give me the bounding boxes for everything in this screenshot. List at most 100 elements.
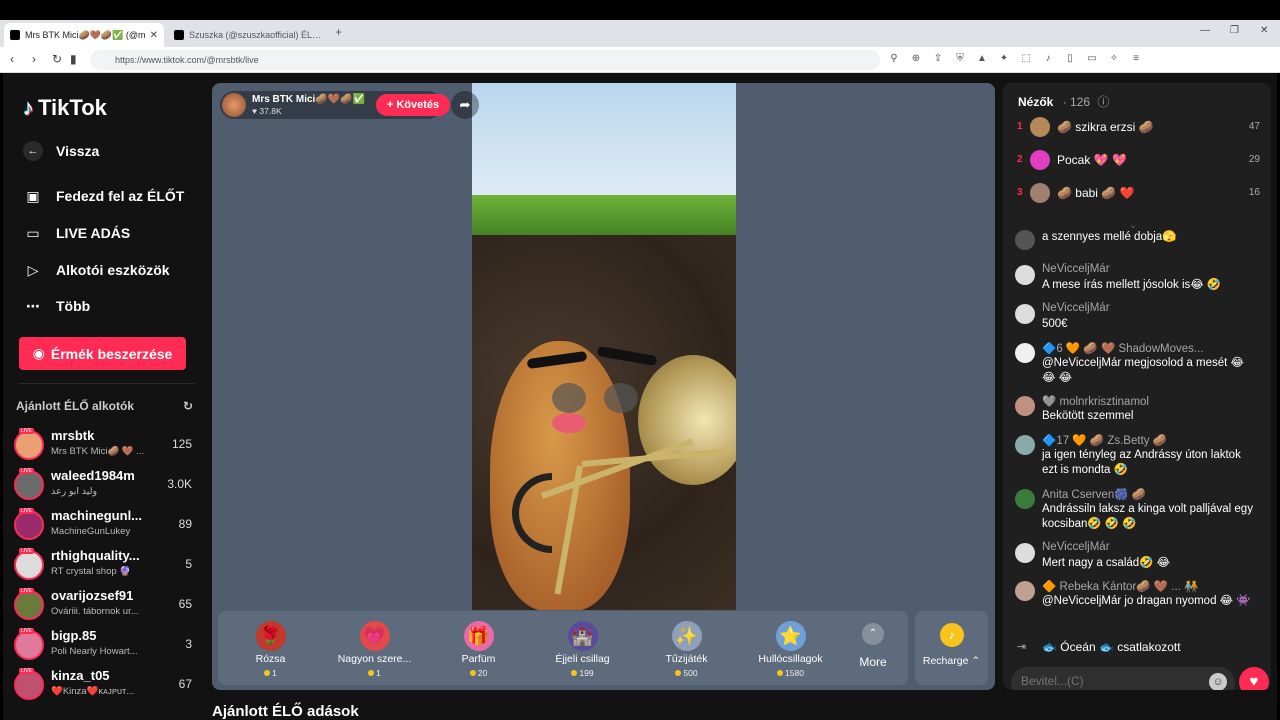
zoom-icon[interactable]: ⊕ [910, 53, 922, 64]
gift-item[interactable]: ✨ Tűzijáték 500 [634, 617, 739, 678]
gift-icon: 🏰 [567, 621, 598, 651]
follow-button[interactable]: + Követés [376, 94, 450, 116]
gift-name: Parfüm [461, 653, 496, 665]
gift-item[interactable]: 💗 Nagyon szere... 1 [322, 617, 427, 678]
recommended-creator[interactable]: LIVE rthighquality... RT crystal shop 🔮 5 [14, 548, 192, 584]
chat-input[interactable] [1021, 674, 1191, 688]
live-badge: LIVE [19, 508, 34, 514]
creator-name: kinza_t05 [51, 668, 110, 683]
message-username[interactable]: NeVicceljMár [1042, 263, 1257, 275]
divider [19, 383, 195, 384]
recommended-creator[interactable]: LIVE mrsbtk Mrs BTK Mici🥔 🤎 ... 125 [14, 428, 192, 464]
share-page-icon[interactable]: ⇪ [932, 53, 944, 64]
creator-name: mrsbtk [51, 428, 95, 443]
user-avatar[interactable] [1015, 265, 1035, 285]
bookmark-icon[interactable]: ▮ [70, 52, 77, 66]
puzzle-icon[interactable]: ⬚ [1020, 53, 1032, 64]
live-badge: LIVE [19, 548, 34, 554]
nav-item-more[interactable]: ⋯ Több [23, 296, 90, 316]
os-top-bar [0, 0, 1280, 20]
maximize-icon[interactable]: ❐ [1230, 25, 1239, 36]
message-username[interactable]: 🔷17 🧡 🥔 Zs.Betty 🥔 [1042, 433, 1257, 447]
message-username[interactable]: 🩶 molnrkrisztinamol [1042, 394, 1257, 408]
top-viewer[interactable]: 1 🥔 szikra erzsi 🥔 47 [1015, 117, 1260, 139]
top-viewer[interactable]: 3 🥔 babi 🥔 ❤️ 16 [1015, 183, 1260, 205]
forward-arrow-icon[interactable]: › [32, 52, 36, 66]
gift-icon: 💗 [359, 621, 390, 651]
close-tab-icon[interactable]: ✕ [150, 30, 158, 41]
video-sky [472, 83, 736, 213]
viewer-count: 3.0K [167, 477, 192, 491]
translate-icon[interactable]: ⚲ [888, 53, 900, 64]
gift-item[interactable]: 🌹 Rózsa 1 [218, 617, 323, 678]
host-likes: ♥ 37.8K [252, 106, 282, 116]
message-username[interactable]: NeVicceljMár [1042, 541, 1257, 553]
more-gifts-button[interactable]: ⌃ More [858, 623, 888, 669]
url-field[interactable]: https://www.tiktok.com/@mrsbtk/live [90, 50, 880, 70]
rank-number: 2 [1017, 154, 1023, 165]
minimize-icon[interactable]: — [1200, 25, 1210, 36]
recharge-button[interactable]: ♪ Recharge ⌃ [915, 611, 988, 685]
music-icon[interactable]: ♪ [1042, 53, 1054, 64]
back-link[interactable]: ← Vissza [23, 141, 99, 161]
sidebar-icon[interactable]: ▯ [1064, 53, 1076, 64]
tiktok-logo[interactable]: ♪ TikTok [23, 95, 107, 121]
browser-tab-inactive[interactable]: Szuszka (@szuszkaofficial) ÉLŐ adás [168, 23, 328, 47]
viewer-count: 125 [171, 437, 192, 451]
nav-item-explore-live[interactable]: ▣ Fedezd fel az ÉLŐT [23, 186, 184, 206]
message-username[interactable]: NeVicceljMár [1042, 302, 1257, 314]
browser-tab-active[interactable]: Mrs BTK Mici🥔🤎🥔✅ (@m ✕ [4, 23, 164, 47]
triangle-icon[interactable]: ▲ [976, 53, 988, 64]
window-close-icon[interactable]: ✕ [1260, 25, 1268, 36]
host-name[interactable]: Mrs BTK Mici🥔🤎🥔✅ [252, 94, 365, 105]
recommended-creator[interactable]: LIVE ovarijozsef91 Ováriii. tábornok ur...… [14, 588, 192, 624]
back-circle-icon: ← [23, 141, 43, 161]
wallet-icon[interactable]: ▭ [1086, 53, 1098, 64]
message-username[interactable]: 🔶 Rebeka Kántor🥔 🤎 ... 🧑‍🤝‍🧑 [1042, 579, 1257, 593]
reload-icon[interactable]: ↻ [52, 52, 62, 66]
user-avatar[interactable] [1015, 304, 1035, 324]
host-avatar[interactable] [222, 93, 246, 117]
recommended-creator[interactable]: LIVE kinza_t05 ❤️Kinza❤️ᴋᴀᴊᴘᴜᴛ... 67 [14, 668, 192, 704]
gift-item[interactable]: 🏰 Éjjeli csillag 199 [530, 617, 635, 678]
viewer-avatar [1030, 117, 1050, 137]
menu-icon[interactable]: ≡ [1130, 53, 1142, 64]
nav-item-creator-tools[interactable]: ▷ Alkotói eszközök [23, 260, 170, 280]
sparkle-icon[interactable]: ✧ [1108, 53, 1120, 64]
viewer-name: 🥔 szikra erzsi 🥔 [1057, 120, 1154, 134]
user-avatar[interactable] [1015, 543, 1035, 563]
gift-price-value: 1 [272, 668, 277, 678]
refresh-icon[interactable]: ↻ [183, 399, 193, 413]
recommended-creator[interactable]: LIVE bigp.85 Poli Nearly Howart... 3 [14, 628, 192, 664]
extension-icon[interactable]: ✦ [998, 53, 1010, 64]
top-viewer[interactable]: 2 Pocak 💖 💖 29 [1015, 150, 1260, 172]
gift-item[interactable]: 🎁 Parfüm 20 [426, 617, 531, 678]
emoji-icon[interactable]: ☺ [1209, 673, 1227, 690]
gift-item[interactable]: ⭐ Hullócsillagok 1580 [738, 617, 843, 678]
user-avatar[interactable] [1015, 581, 1035, 601]
get-coins-button[interactable]: ◉ Érmék beszerzése [19, 337, 186, 370]
user-avatar[interactable] [1015, 396, 1035, 416]
message-username[interactable]: 🔷6 🧡 🥔 🤎 ShadowMoves... [1042, 341, 1257, 355]
creator-avatar [14, 670, 44, 700]
new-tab-button[interactable]: + [335, 25, 342, 39]
back-arrow-icon[interactable]: ‹ [10, 52, 14, 66]
gift-icon: 🌹 [255, 621, 286, 651]
viewer-score: 16 [1248, 187, 1260, 198]
gift-price: 1 [218, 668, 323, 678]
recommended-creator[interactable]: LIVE waleed1984m وليد ابو رعد 3.0K [14, 468, 192, 504]
creator-subtitle: Poli Nearly Howart... [51, 646, 138, 657]
message-username[interactable]: Anita Cserven🎆 🥔 [1042, 487, 1257, 501]
recommended-creator[interactable]: LIVE machinegunl... MachineGunLukey 89 [14, 508, 192, 544]
shield-icon[interactable]: ⛨ [954, 53, 966, 64]
live-video[interactable] [472, 83, 736, 610]
info-icon[interactable]: ⓘ [1097, 95, 1109, 109]
share-icon[interactable]: ➦ [451, 91, 479, 119]
user-avatar[interactable] [1015, 343, 1035, 363]
user-avatar[interactable] [1015, 435, 1035, 455]
user-avatar[interactable] [1015, 230, 1035, 250]
like-heart-icon[interactable]: ♥ [1239, 667, 1269, 690]
viewers-header: Nézők · 126 ⓘ [1018, 93, 1109, 110]
user-avatar[interactable] [1015, 489, 1035, 509]
nav-item-live-broadcast[interactable]: ▭ LIVE ADÁS [23, 223, 130, 243]
